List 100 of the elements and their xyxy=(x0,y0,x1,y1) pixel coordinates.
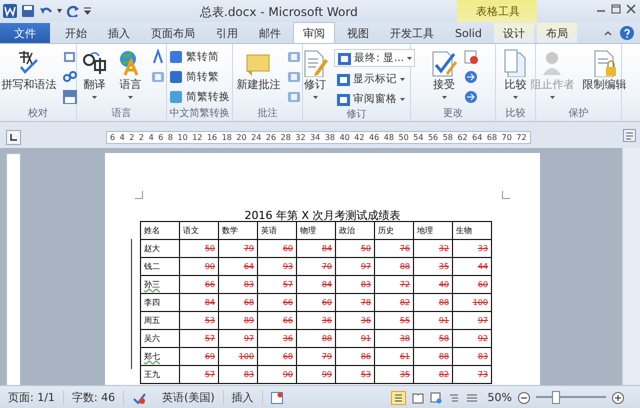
ribbon-button[interactable]: 翻译 xyxy=(78,47,112,106)
ribbon-tab[interactable]: 引用 xyxy=(207,23,247,43)
ruler-number: 20 xyxy=(236,133,247,142)
score-cell: 35 xyxy=(414,258,452,276)
score-cell: 88 xyxy=(414,294,452,312)
glasses-icon[interactable] xyxy=(62,69,78,85)
collapse-ribbon-icon[interactable] xyxy=(604,30,612,36)
help-icon[interactable] xyxy=(620,26,634,40)
score-cell: 57 xyxy=(258,276,296,294)
ruler-number: 40 xyxy=(340,133,350,142)
ribbon-tab[interactable]: 审阅 xyxy=(293,22,335,43)
score-cell: 66 xyxy=(258,312,296,330)
insert-mode[interactable]: 插入 xyxy=(224,390,263,405)
print-layout-icon[interactable] xyxy=(390,390,406,404)
score-cell: 97 xyxy=(336,258,374,276)
vertical-scrollbar[interactable] xyxy=(622,148,640,385)
customize-menu-icon[interactable] xyxy=(84,7,91,15)
ruler-number: 6 xyxy=(110,133,116,142)
save-icon[interactable] xyxy=(21,4,35,18)
view-ruler-icon[interactable] xyxy=(623,129,636,142)
ruler-number: 62 xyxy=(457,133,468,142)
student-name: 赵大 xyxy=(144,244,160,253)
caret-icon xyxy=(312,96,318,99)
ruler-number: 54 xyxy=(413,133,424,142)
ribbon-button[interactable]: 语言 xyxy=(114,47,148,106)
ribbon-button[interactable]: 新建批注 xyxy=(234,47,284,106)
student-name: 周五 xyxy=(144,316,160,325)
score-cell: 66 xyxy=(180,276,218,294)
abc-123-icon[interactable] xyxy=(62,89,78,105)
score-cell: 86 xyxy=(336,348,374,366)
outline-icon[interactable] xyxy=(448,392,460,404)
column-header: 地理 xyxy=(414,222,452,240)
draft-icon[interactable] xyxy=(466,392,478,404)
word-count[interactable]: 字数: 46 xyxy=(64,390,124,405)
file-tab[interactable]: 文件 xyxy=(0,23,50,43)
reading-layout-icon[interactable] xyxy=(412,392,424,404)
maximize-icon[interactable] xyxy=(611,4,621,14)
score-cell: 61 xyxy=(374,348,414,366)
ribbon-button[interactable]: 修订 xyxy=(298,47,332,107)
proofing-icon[interactable] xyxy=(132,390,146,404)
ribbon-button[interactable]: 繁转简 xyxy=(167,49,232,65)
web-layout-icon[interactable] xyxy=(430,392,442,404)
caret-icon xyxy=(128,96,133,99)
caret-icon[interactable] xyxy=(57,9,62,13)
zoom-level[interactable]: 50% xyxy=(488,391,512,404)
score-cell: 99 xyxy=(296,366,336,384)
score-cell: 100 xyxy=(218,348,258,366)
tab-stop-icon[interactable] xyxy=(10,134,17,141)
zoom-out-icon[interactable] xyxy=(518,392,530,404)
ribbon-button[interactable]: 接受 xyxy=(427,47,461,106)
ruler-number: 28 xyxy=(280,133,291,142)
score-cell: 90 xyxy=(180,258,218,276)
ruler-number: 70 xyxy=(502,133,512,142)
group-label: 语言 xyxy=(110,106,132,121)
ribbon-tab[interactable]: 插入 xyxy=(99,23,139,43)
display-combo-box[interactable]: 最终: 显... xyxy=(334,49,415,67)
student-name: 王九 xyxy=(144,370,160,379)
ruler-number: 18 xyxy=(222,133,232,142)
student-name: 吴六 xyxy=(144,334,160,343)
ruler-number: 42 xyxy=(354,133,364,142)
ribbon-tab[interactable]: 视图 xyxy=(338,23,378,43)
next-change-icon[interactable] xyxy=(463,89,479,105)
reject-icon[interactable] xyxy=(463,49,479,65)
horizontal-ruler[interactable]: 6 4 2 2 4 6 8 10 12 16 18 20 24 26 28 32 34 38 40 42 46 48 50 54 56 58 62 64 68 70 72 xyxy=(106,131,531,144)
ruler-number: 48 xyxy=(384,133,394,142)
translate-icon xyxy=(80,49,108,77)
ribbon-tab[interactable]: 开发工具 xyxy=(381,23,443,43)
ribbon-tab[interactable]: 开始 xyxy=(56,23,96,43)
previous-change-icon[interactable] xyxy=(463,69,479,85)
page-count[interactable]: 页面: 1/1 xyxy=(0,390,64,405)
word-app-icon[interactable] xyxy=(3,4,17,18)
macro-record-icon[interactable] xyxy=(270,392,283,404)
score-cell: 83 xyxy=(452,348,492,366)
ribbon-tab[interactable]: 邮件 xyxy=(250,23,290,43)
ribbon-button[interactable]: 拼写和语法 xyxy=(0,47,60,106)
ruler-number: 10 xyxy=(177,133,188,142)
ribbon-tab[interactable]: 设计 xyxy=(494,23,534,43)
score-cell: 32 xyxy=(414,240,452,258)
score-cell: 58 xyxy=(414,330,452,348)
ribbon-tab[interactable]: 布局 xyxy=(536,23,577,43)
score-cell: 73 xyxy=(452,366,492,384)
ribbon-button[interactable]: 简繁转换 xyxy=(167,89,232,105)
score-cell: 93 xyxy=(258,258,296,276)
ruler-number: 6 xyxy=(158,133,164,142)
redo-icon[interactable] xyxy=(66,5,80,17)
score-cell: 50 xyxy=(336,240,374,258)
ribbon-button[interactable]: 审阅窗格 xyxy=(334,91,415,107)
score-cell: 53 xyxy=(336,366,374,384)
language-indicator[interactable]: 英语(美国) xyxy=(154,390,224,405)
close-icon[interactable] xyxy=(626,4,636,14)
zoom-in-icon[interactable] xyxy=(612,392,624,404)
ribbon-button[interactable]: 简转繁 xyxy=(167,69,232,85)
ribbon-button[interactable]: 显示标记 xyxy=(334,71,415,87)
score-cell: 83 xyxy=(218,276,258,294)
score-cell: 60 xyxy=(258,240,296,258)
score-cell: 83 xyxy=(336,276,374,294)
ribbon-tab[interactable]: Solid xyxy=(446,23,491,43)
ribbon-button[interactable]: 限制编辑 xyxy=(580,47,630,106)
slider-thumb[interactable] xyxy=(552,391,560,404)
ribbon-tab[interactable]: 页面布局 xyxy=(142,23,204,43)
